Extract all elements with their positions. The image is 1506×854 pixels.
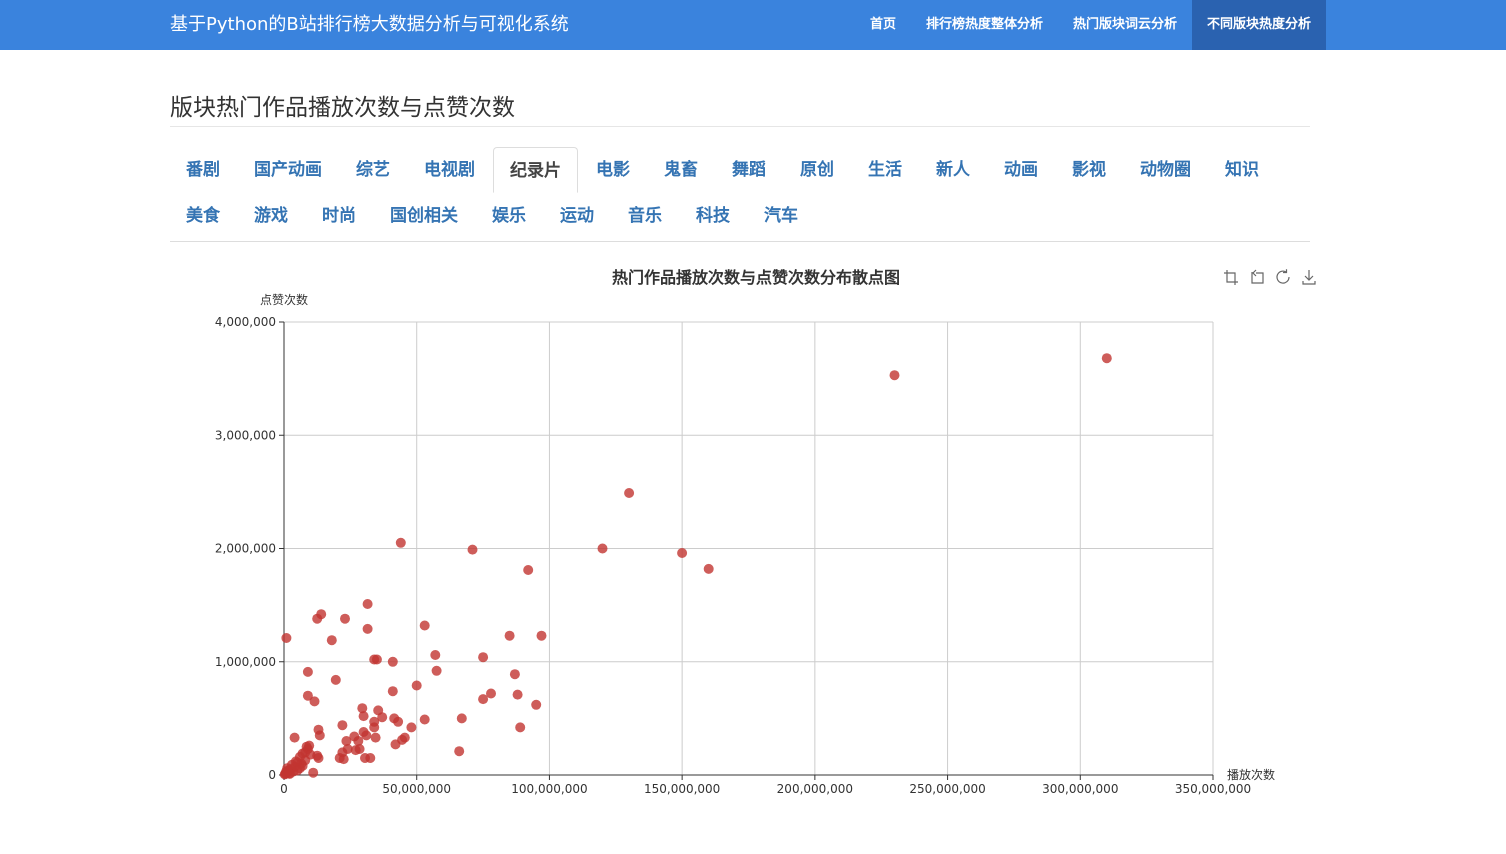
scatter-point (431, 665, 442, 676)
scatter-point (456, 713, 467, 724)
y-tick-label: 4,000,000 (215, 315, 276, 329)
y-tick-label: 1,000,000 (215, 655, 276, 669)
scatter-point (419, 620, 430, 631)
restore-icon[interactable] (1275, 268, 1291, 286)
scatter-point (314, 730, 325, 741)
scatter-point (387, 656, 398, 667)
scatter-point (393, 716, 404, 727)
scatter-point (419, 714, 430, 725)
y-axis-label: 点赞次数 (260, 292, 308, 307)
scatter-point (703, 563, 714, 574)
scatter-point (387, 686, 398, 697)
x-tick-label: 300,000,000 (1042, 782, 1118, 796)
scatter-point (1101, 353, 1112, 364)
scatter-point (390, 739, 401, 750)
scatter-point (395, 537, 406, 548)
scatter-point (358, 711, 369, 722)
scatter-point (304, 740, 315, 751)
scatter-point (504, 630, 515, 641)
scatter-point (362, 599, 373, 609)
scatter-point (337, 720, 348, 731)
x-tick-label: 200,000,000 (777, 782, 853, 796)
x-tick-label: 250,000,000 (909, 782, 985, 796)
scatter-point (597, 543, 608, 554)
scatter-point (308, 767, 319, 778)
scatter-point (406, 722, 417, 733)
scatter-point (309, 696, 320, 707)
scatter-point (536, 630, 547, 641)
scatter-point (290, 756, 301, 767)
scatter-point (467, 544, 478, 555)
zoom-reset-icon[interactable] (1249, 268, 1265, 286)
scatter-point (509, 669, 520, 680)
x-tick-label: 350,000,000 (1175, 782, 1251, 796)
scatter-point (411, 680, 422, 691)
scatter-point (338, 754, 349, 765)
scatter-point (515, 722, 526, 733)
scatter-point (326, 635, 337, 646)
scatter-point (478, 652, 489, 663)
scatter-point (624, 488, 635, 498)
scatter-point (354, 744, 365, 754)
x-tick-label: 0 (280, 782, 288, 796)
y-tick-label: 0 (268, 768, 276, 782)
scatter-point (454, 746, 465, 757)
scatter-point (340, 613, 350, 624)
scatter-point (531, 699, 542, 710)
scatter-point (289, 732, 300, 743)
y-tick-label: 3,000,000 (215, 428, 276, 442)
download-icon[interactable] (1301, 268, 1317, 286)
scatter-point (677, 548, 688, 558)
x-tick-label: 100,000,000 (511, 782, 587, 796)
scatter-point (313, 753, 324, 763)
scatter-point (889, 370, 900, 381)
scatter-point (365, 753, 376, 763)
scatter-point (512, 689, 523, 700)
scatter-point (370, 732, 381, 743)
x-axis-label: 播放次数 (1227, 767, 1275, 782)
scatter-point (478, 694, 489, 705)
scatter-point (369, 722, 380, 733)
scatter-point (281, 633, 292, 643)
scatter-point (523, 565, 534, 575)
x-tick-label: 50,000,000 (382, 782, 451, 796)
scatter-point (330, 674, 341, 685)
scatter-point (362, 623, 373, 634)
scatter-chart: 0 50,000,000 100,000,000 150,000,000 200,000… (215, 292, 1275, 796)
chart-toolbox (1223, 268, 1317, 286)
scatter-point (280, 768, 291, 779)
scatter-point (302, 666, 313, 677)
scatter-point (312, 613, 323, 624)
x-tick-label: 150,000,000 (644, 782, 720, 796)
scatter-point (430, 650, 441, 660)
y-tick-label: 2,000,000 (215, 542, 276, 556)
scatter-point (371, 654, 382, 665)
zoom-icon[interactable] (1223, 268, 1239, 286)
